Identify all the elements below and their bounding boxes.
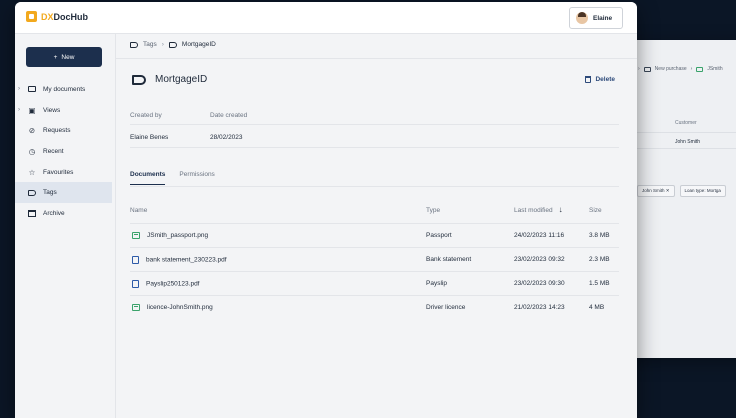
background-column-value: John Smith (675, 139, 701, 145)
file-name[interactable]: licence-JohnSmith.png (132, 304, 213, 311)
image-file-icon (696, 66, 704, 72)
page-header: MortgageID (132, 74, 207, 85)
sidebar-item-requests[interactable]: ⊘ Requests (15, 120, 116, 141)
sidebar-item-recent[interactable]: ◷ Recent (15, 141, 116, 162)
tag-icon (130, 41, 138, 48)
table-row[interactable]: licence-JohnSmith.png Driver licence 21/… (130, 295, 619, 319)
file-name[interactable]: Payslip250123.pdf (132, 280, 200, 288)
filter-chip[interactable]: John Smith ✕ (637, 185, 675, 197)
requests-icon: ⊘ (28, 126, 36, 136)
table-row[interactable]: bank statement_230223.pdf Bank statement… (130, 247, 619, 271)
delete-button[interactable]: Delete (585, 76, 615, 83)
folder-icon (643, 66, 651, 72)
main-window: DXDocHub Elaine + New › My documents › ▣… (15, 2, 637, 418)
tab-documents[interactable]: Documents (130, 171, 166, 185)
chevron-right-icon: › (161, 41, 164, 48)
avatar (576, 12, 588, 24)
chevron-right-icon[interactable]: › (18, 107, 20, 113)
file-name[interactable]: bank statement_230223.pdf (132, 256, 227, 264)
sidebar-item-favourites[interactable]: ☆ Favourites (15, 162, 116, 183)
file-type: Passport (426, 232, 452, 239)
image-file-icon (132, 232, 140, 239)
file-type: Driver licence (426, 304, 466, 311)
column-header-name[interactable]: Name (130, 207, 147, 214)
background-crumb-new-purchase[interactable]: New purchase (655, 66, 687, 72)
meta-header-created-by: Created by (130, 112, 162, 119)
table-row[interactable]: Payslip250123.pdf Payslip 23/02/2023 09:… (130, 271, 619, 295)
file-size: 3.8 MB (589, 232, 610, 239)
breadcrumb-tags[interactable]: Tags (143, 41, 157, 48)
filter-chip[interactable]: Loan type: Mortga (679, 185, 726, 197)
folder-icon (27, 86, 37, 93)
file-modified: 23/02/2023 09:32 (514, 256, 565, 263)
tag-icon (168, 41, 177, 48)
column-header-size[interactable]: Size (589, 207, 602, 214)
sidebar-item-tags[interactable]: Tags (15, 182, 112, 204)
file-modified: 21/02/2023 14:23 (514, 304, 565, 311)
sidebar-nav: › My documents › ▣ Views ⊘ Requests ◷ Re… (15, 79, 116, 224)
breadcrumb-current: MortgageID (181, 41, 216, 48)
new-button[interactable]: + New (26, 47, 102, 67)
meta-value-created-by: Elaine Benes (130, 134, 169, 141)
column-header-type[interactable]: Type (426, 207, 440, 214)
plus-icon: + (53, 53, 58, 61)
app-logo[interactable]: DXDocHub (26, 11, 88, 22)
meta-value-date-created: 28/02/2023 (210, 134, 243, 141)
views-icon: ▣ (28, 105, 36, 115)
background-breadcrumb: › New purchase › JSmith (638, 66, 723, 72)
star-icon: ☆ (28, 167, 36, 177)
document-file-icon (132, 256, 139, 264)
table-row[interactable]: JSmith_passport.png Passport 24/02/2023 … (130, 223, 619, 247)
tag-icon (27, 189, 37, 196)
chevron-right-icon[interactable]: › (18, 86, 20, 92)
document-file-icon (132, 280, 139, 288)
archive-icon (27, 209, 37, 217)
main-content: Tags › MortgageID MortgageID Delete Crea… (116, 34, 637, 418)
sidebar-item-views[interactable]: › ▣ Views (15, 100, 116, 121)
clock-icon: ◷ (28, 146, 36, 156)
page-title: MortgageID (155, 74, 208, 85)
tab-bar: Documents Permissions (130, 171, 215, 185)
user-name: Elaine (593, 14, 613, 22)
file-modified: 24/02/2023 11:16 (514, 232, 565, 239)
sidebar-item-archive[interactable]: Archive (15, 203, 116, 224)
file-type: Payslip (426, 280, 447, 287)
file-name[interactable]: JSmith_passport.png (132, 232, 208, 239)
tag-icon (132, 74, 146, 85)
logo-icon (26, 11, 37, 22)
column-header-last-modified[interactable]: Last modified ↓ (514, 206, 563, 215)
user-menu-button[interactable]: Elaine (569, 7, 623, 29)
background-column-header: Customer (675, 120, 697, 126)
file-modified: 23/02/2023 09:30 (514, 280, 565, 287)
background-crumb-jsmith[interactable]: JSmith (707, 66, 722, 72)
table-header: Name Type Last modified ↓ Size (130, 204, 619, 218)
file-type: Bank statement (426, 256, 472, 263)
image-file-icon (132, 304, 140, 311)
breadcrumb: Tags › MortgageID (130, 41, 216, 48)
sort-down-icon[interactable]: ↓ (559, 206, 563, 214)
file-size: 2.3 MB (589, 256, 610, 263)
tab-permissions[interactable]: Permissions (179, 171, 214, 185)
file-size: 1.5 MB (589, 280, 610, 287)
sidebar-item-my-documents[interactable]: › My documents (15, 79, 116, 100)
top-bar: DXDocHub Elaine (15, 2, 637, 34)
meta-header-date-created: Date created (210, 112, 248, 119)
file-size: 4 MB (589, 304, 605, 311)
sidebar: + New › My documents › ▣ Views ⊘ Request… (15, 34, 116, 418)
background-filter-chips: John Smith ✕ Loan type: Mortga (637, 185, 726, 197)
trash-icon (585, 76, 592, 83)
